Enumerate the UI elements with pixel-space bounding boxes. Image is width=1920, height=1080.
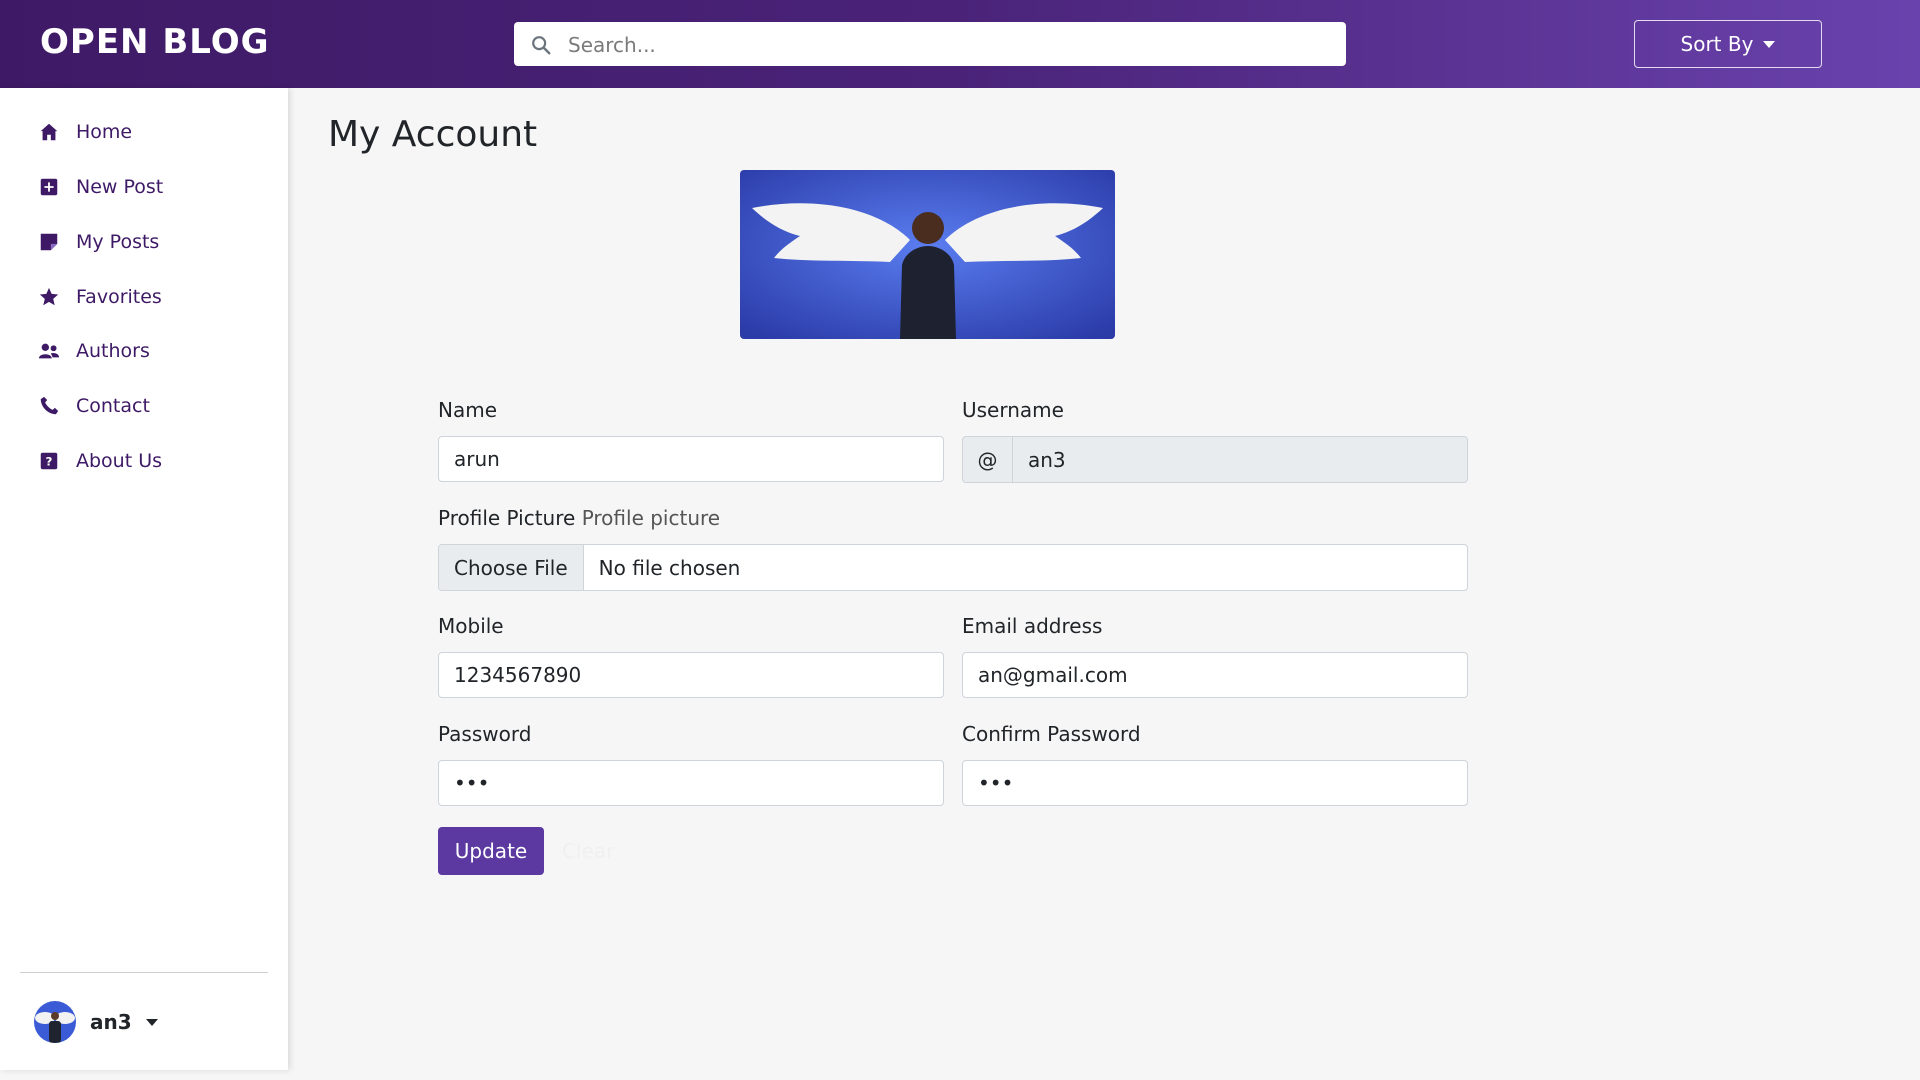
avatar <box>34 1001 76 1043</box>
user-menu-dropdown[interactable]: an3 <box>34 1000 158 1044</box>
name-label: Name <box>438 398 498 422</box>
phone-icon <box>40 396 59 415</box>
email-label: Email address <box>962 614 1103 638</box>
search-input[interactable] <box>566 22 1330 68</box>
sidebar-item-label: Home <box>76 121 133 143</box>
sidebar-item-about-us[interactable]: ? About Us <box>38 444 162 478</box>
profile-picture-label-text: Profile Picture <box>438 506 576 530</box>
email-input[interactable] <box>962 652 1468 698</box>
file-status-text: No file chosen <box>598 555 741 580</box>
chevron-down-icon <box>145 1018 158 1026</box>
sidebar-divider <box>20 972 268 973</box>
sidebar-item-favorites[interactable]: Favorites <box>38 280 162 314</box>
home-icon <box>40 123 58 141</box>
sidebar-item-authors[interactable]: Authors <box>38 334 150 368</box>
star-icon <box>39 287 59 306</box>
at-prefix: @ <box>962 436 1012 483</box>
profile-picture-label: Profile Picture Profile picture <box>438 506 720 530</box>
user-name: an3 <box>90 1010 132 1034</box>
page-title: My Account <box>328 114 538 155</box>
search-icon <box>532 36 551 55</box>
question-square-icon: ? <box>40 452 58 470</box>
profile-picture-file-input[interactable]: Choose File No file chosen <box>438 544 1468 591</box>
plus-square-icon <box>40 178 58 196</box>
password-input[interactable] <box>438 760 944 806</box>
sidebar-item-new-post[interactable]: New Post <box>38 170 163 204</box>
sidebar-item-contact[interactable]: Contact <box>38 389 150 423</box>
choose-file-button[interactable]: Choose File <box>439 545 584 590</box>
users-icon <box>38 343 60 359</box>
clear-button[interactable]: Clear <box>556 827 620 875</box>
username-input[interactable] <box>1012 436 1468 483</box>
name-input[interactable] <box>438 436 944 482</box>
chevron-down-icon <box>1763 40 1776 48</box>
search-bar[interactable] <box>514 22 1346 68</box>
brand-logo[interactable]: OPEN BLOG <box>40 22 270 62</box>
note-icon <box>40 233 58 251</box>
sidebar-item-label: My Posts <box>76 231 160 253</box>
svg-text:?: ? <box>46 455 53 469</box>
sidebar-item-my-posts[interactable]: My Posts <box>38 225 159 259</box>
sidebar: Home New Post My Posts Favorites Authors… <box>0 88 288 1070</box>
sidebar-item-home[interactable]: Home <box>38 115 132 149</box>
update-button[interactable]: Update <box>438 827 544 875</box>
password-label: Password <box>438 722 532 746</box>
sidebar-item-label: Contact <box>76 395 150 417</box>
sidebar-item-label: Authors <box>76 340 150 362</box>
username-input-group: @ <box>962 436 1468 483</box>
confirm-password-label: Confirm Password <box>962 722 1141 746</box>
sidebar-item-label: About Us <box>76 450 163 472</box>
sort-by-dropdown[interactable]: Sort By <box>1634 20 1822 68</box>
sort-by-label: Sort By <box>1680 32 1754 56</box>
mobile-label: Mobile <box>438 614 504 638</box>
top-navbar: OPEN BLOG Sort By <box>0 0 1920 88</box>
profile-picture-hint: Profile picture <box>581 506 721 530</box>
sidebar-item-label: Favorites <box>76 286 162 308</box>
mobile-input[interactable] <box>438 652 944 698</box>
profile-banner-image <box>740 170 1115 339</box>
sidebar-item-label: New Post <box>76 176 164 198</box>
confirm-password-input[interactable] <box>962 760 1468 806</box>
username-label: Username <box>962 398 1064 422</box>
